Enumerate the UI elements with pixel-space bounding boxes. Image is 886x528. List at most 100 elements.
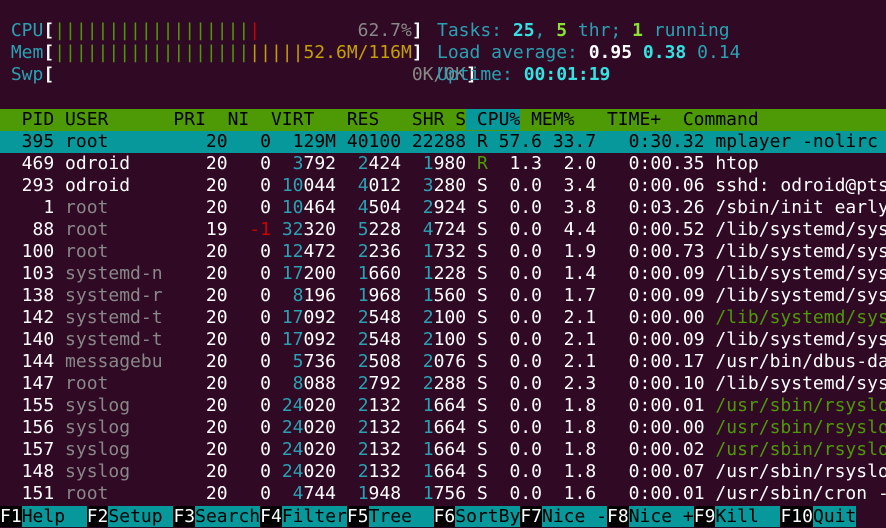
- cell-command: /usr/bin/dbus-dae: [715, 351, 886, 372]
- cell-pid: 155: [0, 395, 55, 416]
- cell-pid: 100: [0, 241, 55, 262]
- cell-time: 0:00.52: [596, 219, 705, 240]
- fkey-f5[interactable]: F5: [346, 506, 369, 527]
- cell-pid: 157: [0, 439, 55, 460]
- cpu-meter-value: 62.7%: [357, 20, 412, 41]
- cell-virt-value: 10044: [281, 175, 337, 196]
- cell-res-value: 4504: [357, 197, 402, 218]
- cell-user: syslog: [65, 439, 163, 460]
- cell-virt: 129M: [292, 131, 337, 152]
- cell-shr-value: 1664: [422, 417, 467, 438]
- fkey-label[interactable]: SortBy: [455, 506, 521, 527]
- col-state[interactable]: S: [444, 109, 466, 130]
- col-user[interactable]: USER: [54, 109, 108, 130]
- cell-command: /usr/sbin/cron -f: [715, 483, 886, 504]
- fkey-f1[interactable]: F1: [0, 506, 22, 527]
- process-row[interactable]: 138 systemd-r 20 0 8196 1968 1560 S 0.0 …: [0, 285, 886, 307]
- cell-pri: 20: [162, 153, 228, 174]
- cell-mem: 2.1: [541, 329, 597, 350]
- col-ni[interactable]: NI: [206, 109, 250, 130]
- cell-virt-value: 17200: [281, 263, 337, 284]
- process-row[interactable]: 147 root 20 0 8088 2792 2288 S 0.0 2.3 0…: [0, 373, 886, 395]
- fkey-f6[interactable]: F6: [433, 506, 456, 527]
- fkey-f4[interactable]: F4: [260, 506, 282, 527]
- fkey-f10[interactable]: F10: [780, 506, 813, 527]
- cell-time: 0:00.73: [596, 241, 705, 262]
- cell-ni: -1: [238, 219, 271, 240]
- fkey-label[interactable]: Nice +: [628, 506, 694, 527]
- process-row[interactable]: 395 root 20 0 129M 40100 22288 R 57.6 33…: [0, 131, 886, 153]
- cell-pid: 469: [0, 153, 55, 174]
- cell-virt-value: 17092: [281, 307, 337, 328]
- fkey-f3[interactable]: F3: [173, 506, 196, 527]
- cell-cpu: 0.0: [487, 351, 542, 372]
- cell-state: S: [476, 285, 488, 306]
- fkey-label[interactable]: Setup: [108, 506, 174, 527]
- fkey-f9[interactable]: F9: [693, 506, 716, 527]
- mem-meter-label: Mem: [10, 42, 44, 63]
- col-virt[interactable]: VIRT: [249, 109, 314, 130]
- process-row[interactable]: 142 systemd-t 20 0 17092 2548 2100 S 0.0…: [0, 307, 886, 329]
- cell-user: root: [65, 197, 163, 218]
- col-res[interactable]: RES: [314, 109, 380, 130]
- cell-pri: 20: [162, 175, 228, 196]
- cell-state: S: [476, 439, 488, 460]
- process-row[interactable]: 140 systemd-t 20 0 17092 2548 2100 S 0.0…: [0, 329, 886, 351]
- fkey-label[interactable]: Search: [195, 506, 261, 527]
- cell-pri: 20: [162, 395, 228, 416]
- process-row[interactable]: 151 root 20 0 4744 1948 1756 S 0.0 1.6 0…: [0, 483, 886, 505]
- cell-command: sshd: odroid@pts/: [715, 175, 886, 196]
- fkey-label[interactable]: Nice -: [542, 506, 608, 527]
- col-time[interactable]: TIME+: [574, 109, 661, 130]
- cell-pri: 20: [162, 373, 228, 394]
- cell-virt-value: 12472: [281, 241, 337, 262]
- fkey-f8[interactable]: F8: [607, 506, 629, 527]
- col-cpu-sorted[interactable]: CPU%: [466, 109, 521, 130]
- cell-shr-value: 2288: [422, 373, 467, 394]
- fkey-label[interactable]: Quit: [812, 506, 857, 527]
- process-row[interactable]: 469 odroid 20 0 3792 2424 1980 R 1.3 2.0…: [0, 153, 886, 175]
- cell-mem: 2.3: [541, 373, 597, 394]
- cell-shr-value: 1228: [422, 263, 467, 284]
- col-pid[interactable]: PID: [0, 109, 55, 130]
- fkey-f7[interactable]: F7: [520, 506, 542, 527]
- cell-cpu: 0.0: [487, 395, 542, 416]
- cell-res-value: 2132: [357, 395, 402, 416]
- col-command[interactable]: Command: [661, 109, 759, 130]
- cell-virt-value: 5736: [292, 351, 337, 372]
- cell-command: /usr/sbin/rsyslog: [715, 395, 886, 416]
- process-row[interactable]: 144 messagebu 20 0 5736 2508 2076 S 0.0 …: [0, 351, 886, 373]
- fkey-label[interactable]: Filter: [281, 506, 347, 527]
- cell-cpu: 0.0: [487, 219, 542, 240]
- col-shr[interactable]: SHR: [379, 109, 445, 130]
- cell-time: 0:00.00: [596, 417, 705, 438]
- process-row[interactable]: 103 systemd-n 20 0 17200 1660 1228 S 0.0…: [0, 263, 886, 285]
- fkey-label[interactable]: Help: [21, 506, 87, 527]
- col-pri[interactable]: PRI: [108, 109, 206, 130]
- cell-state: S: [476, 219, 488, 240]
- process-row[interactable]: 88 root 19 -1 32320 5228 4724 S 0.0 4.4 …: [0, 219, 886, 241]
- cell-state: R: [476, 131, 488, 152]
- col-mem[interactable]: MEM%: [520, 109, 574, 130]
- fkey-f2[interactable]: F2: [86, 506, 109, 527]
- process-row[interactable]: 1 root 20 0 10464 4504 2924 S 0.0 3.8 0:…: [0, 197, 886, 219]
- process-row[interactable]: 293 odroid 20 0 10044 4012 3280 S 0.0 3.…: [0, 175, 886, 197]
- cell-res-value: 40100: [346, 131, 402, 152]
- cell-res-value: 5228: [357, 219, 402, 240]
- cell-res-value: 2132: [357, 461, 402, 482]
- fkey-label[interactable]: Tree: [368, 506, 434, 527]
- cell-pid: 103: [0, 263, 55, 284]
- process-row[interactable]: 157 syslog 20 0 24020 2132 1664 S 0.0 1.…: [0, 439, 886, 461]
- uptime: Uptime: 00:01:19: [437, 64, 611, 85]
- cell-pid: 144: [0, 351, 55, 372]
- cell-cpu: 0.0: [487, 483, 542, 504]
- process-row[interactable]: 148 syslog 20 0 24020 2132 1664 S 0.0 1.…: [0, 461, 886, 483]
- process-row[interactable]: 155 syslog 20 0 24020 2132 1664 S 0.0 1.…: [0, 395, 886, 417]
- cell-res-value: 2548: [357, 307, 402, 328]
- process-row[interactable]: 156 syslog 20 0 24020 2132 1664 S 0.0 1.…: [0, 417, 886, 439]
- cell-mem: 4.4: [541, 219, 597, 240]
- fkey-label[interactable]: Kill: [715, 506, 781, 527]
- cell-time: 0:00.09: [596, 329, 705, 350]
- cell-user: root: [65, 483, 163, 504]
- process-row[interactable]: 100 root 20 0 12472 2236 1732 S 0.0 1.9 …: [0, 241, 886, 263]
